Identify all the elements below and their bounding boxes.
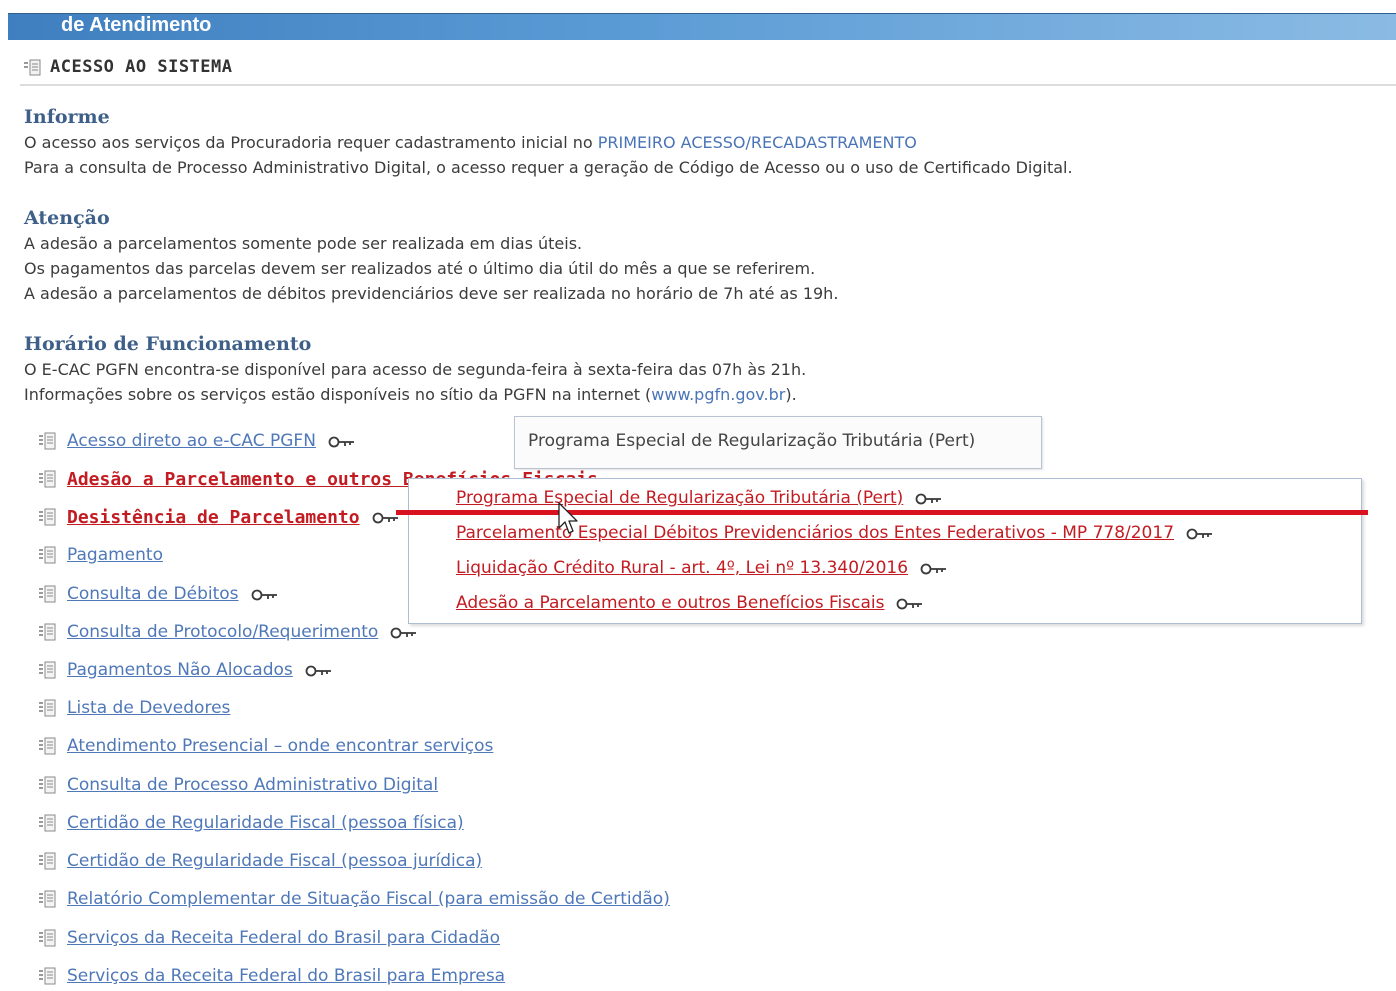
document-list-icon <box>37 850 57 872</box>
submenu-item[interactable]: Programa Especial de Regularização Tribu… <box>456 484 943 512</box>
submenu-item-link[interactable]: Adesão a Parcelamento e outros Benefício… <box>456 593 884 613</box>
parcelamento-submenu: Programa Especial de Regularização Tribu… <box>408 478 1362 624</box>
document-list-icon <box>37 735 57 757</box>
key-icon <box>305 663 333 677</box>
horario-line-2-text: Informações sobre os serviços estão disp… <box>24 385 652 404</box>
tooltip-text: Programa Especial de Regularização Tribu… <box>528 431 976 451</box>
key-icon <box>328 434 356 448</box>
nav-item[interactable]: Lista de Devedores <box>37 693 230 723</box>
pgfn-site-link[interactable]: www.pgfn.gov.br <box>651 385 785 404</box>
informe-title: Informe <box>24 106 110 128</box>
atencao-title: Atenção <box>24 207 110 229</box>
mouse-cursor-icon <box>558 502 578 534</box>
nav-item[interactable]: Consulta de Processo Administrativo Digi… <box>37 770 438 800</box>
key-icon <box>896 596 924 610</box>
nav-item-link[interactable]: Consulta de Processo Administrativo Digi… <box>67 775 438 795</box>
key-icon <box>920 561 948 575</box>
nav-item[interactable]: Atendimento Presencial – onde encontrar … <box>37 731 493 761</box>
document-list-icon <box>37 888 57 910</box>
atencao-line-2: Os pagamentos das parcelas devem ser rea… <box>24 259 816 278</box>
nav-item-link[interactable]: Desistência de Parcelamento <box>67 507 360 528</box>
nav-item-link[interactable]: Lista de Devedores <box>67 698 230 718</box>
key-icon <box>1186 526 1214 540</box>
nav-item-link[interactable]: Consulta de Protocolo/Requerimento <box>67 622 378 642</box>
document-list-icon <box>37 659 57 681</box>
document-list-icon <box>24 59 41 76</box>
horario-line-1: O E-CAC PGFN encontra-se disponível para… <box>24 360 807 379</box>
atencao-line-1: A adesão a parcelamentos somente pode se… <box>24 234 583 253</box>
nav-item-link[interactable]: Atendimento Presencial – onde encontrar … <box>67 736 493 756</box>
nav-item-link[interactable]: Serviços da Receita Federal do Brasil pa… <box>67 928 500 948</box>
document-list-icon <box>37 506 57 528</box>
key-icon <box>251 587 279 601</box>
nav-item-link[interactable]: Consulta de Débitos <box>67 584 239 604</box>
nav-item[interactable]: Pagamentos Não Alocados <box>37 655 333 685</box>
atencao-line-3: A adesão a parcelamentos de débitos prev… <box>24 284 839 303</box>
key-icon <box>915 491 943 505</box>
nav-item-link[interactable]: Pagamentos Não Alocados <box>67 660 293 680</box>
document-list-icon <box>37 468 57 490</box>
nav-item[interactable]: Acesso direto ao e-CAC PGFN <box>37 426 356 456</box>
document-list-icon <box>37 544 57 566</box>
nav-item-link[interactable]: Serviços da Receita Federal do Brasil pa… <box>67 966 505 986</box>
submenu-item[interactable]: Liquidação Crédito Rural - art. 4º, Lei … <box>456 554 948 582</box>
nav-item[interactable]: Certidão de Regularidade Fiscal (pessoa … <box>37 808 464 838</box>
nav-item-link[interactable]: Acesso direto ao e-CAC PGFN <box>67 431 316 451</box>
nav-item-link[interactable]: Certidão de Regularidade Fiscal (pessoa … <box>67 851 482 871</box>
banner-title: de Atendimento <box>61 14 212 36</box>
nav-item[interactable]: Consulta de Protocolo/Requerimento <box>37 617 418 647</box>
section-title: ACESSO AO SISTEMA <box>50 57 233 77</box>
nav-item-link[interactable]: Pagamento <box>67 545 163 565</box>
horario-line-2-end: ). <box>785 385 797 404</box>
submenu-item-link[interactable]: Liquidação Crédito Rural - art. 4º, Lei … <box>456 558 908 578</box>
nav-item[interactable]: Serviços da Receita Federal do Brasil pa… <box>37 961 505 991</box>
document-list-icon <box>37 965 57 987</box>
key-icon <box>390 625 418 639</box>
nav-item[interactable]: Relatório Complementar de Situação Fisca… <box>37 884 670 914</box>
nav-item-link[interactable]: Relatório Complementar de Situação Fisca… <box>67 889 670 909</box>
document-list-icon <box>37 927 57 949</box>
document-list-icon <box>37 812 57 834</box>
document-list-icon <box>37 697 57 719</box>
nav-item[interactable]: Serviços da Receita Federal do Brasil pa… <box>37 923 500 953</box>
horario-title: Horário de Funcionamento <box>24 333 312 355</box>
nav-item-link[interactable]: Certidão de Regularidade Fiscal (pessoa … <box>67 813 464 833</box>
document-list-icon <box>37 621 57 643</box>
document-list-icon <box>37 583 57 605</box>
document-list-icon <box>37 774 57 796</box>
informe-line-2: Para a consulta de Processo Administrati… <box>24 158 1073 177</box>
horario-line-2: Informações sobre os serviços estão disp… <box>24 385 797 404</box>
nav-item[interactable]: Desistência de Parcelamento <box>37 502 400 532</box>
section-header: ACESSO AO SISTEMA <box>20 56 1396 86</box>
informe-line-1: O acesso aos serviços da Procuradoria re… <box>24 133 917 152</box>
nav-item[interactable]: Certidão de Regularidade Fiscal (pessoa … <box>37 846 482 876</box>
document-list-icon <box>37 430 57 452</box>
highlight-underline <box>396 510 1368 515</box>
submenu-item[interactable]: Adesão a Parcelamento e outros Benefício… <box>456 589 924 617</box>
informe-line-1-text: O acesso aos serviços da Procuradoria re… <box>24 133 598 152</box>
nav-item[interactable]: Consulta de Débitos <box>37 579 279 609</box>
primeiro-acesso-link[interactable]: PRIMEIRO ACESSO/RECADASTRAMENTO <box>598 133 917 152</box>
top-banner: de Atendimento <box>8 13 1396 40</box>
nav-item[interactable]: Pagamento <box>37 540 163 570</box>
submenu-item-link[interactable]: Programa Especial de Regularização Tribu… <box>456 488 903 508</box>
tooltip: Programa Especial de Regularização Tribu… <box>514 416 1042 469</box>
